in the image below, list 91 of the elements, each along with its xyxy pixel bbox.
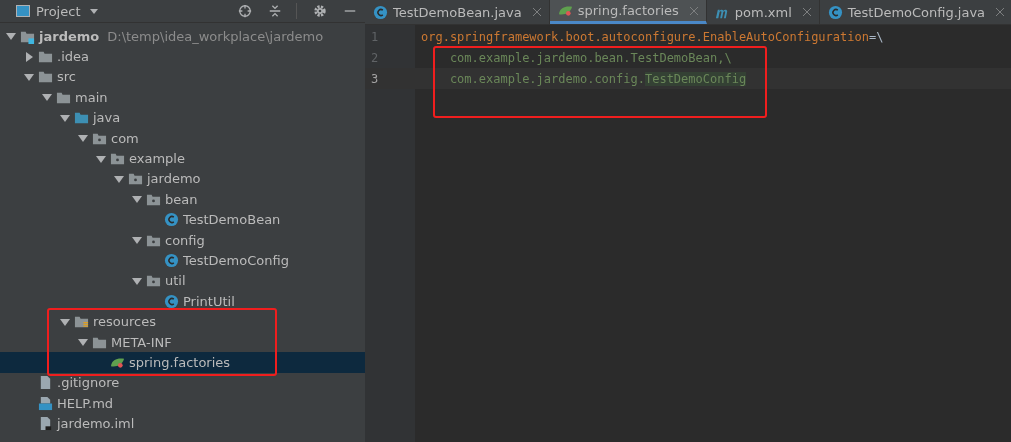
expand-arrow-icon[interactable] <box>78 337 88 348</box>
item-name: TestDemoBean <box>183 212 281 228</box>
tree-item[interactable]: PrintUtil <box>0 291 365 312</box>
code-line: org.springframework.boot.autoconfigure.EnableAutoConfiguration=\ <box>420 29 884 44</box>
tree-item[interactable]: java <box>0 107 365 128</box>
panel-title[interactable]: Project <box>36 3 81 19</box>
item-name: example <box>129 151 185 167</box>
tree-item[interactable]: spring.factories <box>0 352 365 373</box>
folder-icon <box>38 69 53 85</box>
tree-item[interactable]: .idea <box>0 46 365 67</box>
expand-arrow-icon[interactable] <box>132 194 142 205</box>
item-name: src <box>57 69 76 85</box>
expand-arrow-icon[interactable] <box>6 31 16 42</box>
tab-label: TestDemoBean.java <box>393 4 522 20</box>
class-icon <box>164 293 179 309</box>
tree-item[interactable]: example <box>0 148 365 169</box>
tree-item[interactable]: src <box>0 66 365 88</box>
item-name: bean <box>165 191 198 207</box>
tab-label: spring.factories <box>577 3 679 18</box>
item-name: META-INF <box>111 334 172 350</box>
item-name: TestDemoConfig <box>183 253 289 268</box>
class-icon <box>373 4 388 20</box>
tree-item[interactable]: resources <box>0 311 365 332</box>
line-number: 3 <box>370 71 380 86</box>
tree-item[interactable]: HELP.md <box>0 393 365 414</box>
expand-arrow-icon[interactable] <box>42 92 52 103</box>
crosshair-icon[interactable] <box>238 4 252 18</box>
close-icon[interactable] <box>802 8 811 16</box>
tree-item[interactable]: main <box>0 87 365 108</box>
settings-icon[interactable] <box>313 4 327 18</box>
item-name: spring.factories <box>129 354 231 370</box>
code-line: com.example.jardemo.config.TestDemoConfig <box>448 71 747 86</box>
code-line: com.example.jardemo.bean.TestDemoBean,\ <box>448 50 732 65</box>
item-name: HELP.md <box>57 395 114 411</box>
window-icon <box>16 5 30 17</box>
tree-item[interactable]: jardemo <box>0 168 365 190</box>
package-icon <box>128 171 143 187</box>
expand-arrow-icon[interactable] <box>114 173 124 184</box>
close-icon[interactable] <box>532 8 541 16</box>
tree-item[interactable]: TestDemoBean <box>0 209 365 230</box>
item-name: .idea <box>57 49 89 65</box>
item-name: com <box>111 130 139 146</box>
item-name: jardemo <box>147 171 201 187</box>
item-name: jardemo.iml <box>57 416 135 432</box>
package-icon <box>146 273 161 289</box>
item-name: resources <box>93 314 156 330</box>
folder-icon <box>38 49 53 65</box>
collapse-icon[interactable] <box>268 4 282 18</box>
source-folder-icon <box>74 110 89 126</box>
tab-label: pom.xml <box>734 4 792 20</box>
caret-icon[interactable] <box>90 8 99 14</box>
file-icon <box>38 416 53 432</box>
editor-tab[interactable]: TestDemoConfig.java <box>819 0 1011 24</box>
project-path: D:\temp\idea_workplace\jardemo <box>107 28 324 44</box>
resources-folder-icon <box>74 314 89 330</box>
class-icon <box>827 4 843 20</box>
item-name: util <box>165 273 186 289</box>
class-icon <box>164 253 179 268</box>
expand-arrow-icon[interactable] <box>78 133 88 144</box>
tree-item[interactable]: jardemo.iml <box>0 413 365 434</box>
tree-item[interactable]: META-INF <box>0 331 365 353</box>
tree-item[interactable]: jardemo D:\temp\idea_workplace\jardemo <box>0 26 365 47</box>
tree-item[interactable]: util <box>0 270 365 292</box>
expand-arrow-icon[interactable] <box>132 235 142 246</box>
expand-arrow-icon[interactable] <box>24 71 34 82</box>
tree-item[interactable]: com <box>0 127 365 149</box>
expand-arrow-icon[interactable] <box>60 112 70 123</box>
tree-item[interactable]: bean <box>0 189 365 210</box>
editor-tab[interactable]: pom.xml <box>706 0 820 24</box>
class-icon <box>164 212 179 228</box>
close-icon[interactable] <box>996 8 1005 16</box>
package-icon <box>110 151 125 167</box>
expand-arrow-icon[interactable] <box>96 153 106 164</box>
item-name: .gitignore <box>57 375 120 391</box>
tree-item[interactable]: .gitignore <box>0 372 365 394</box>
tree-item[interactable]: TestDemoConfig <box>0 250 365 271</box>
item-name: main <box>75 89 108 105</box>
file-icon <box>38 375 53 391</box>
item-name: PrintUtil <box>183 293 235 309</box>
expand-arrow-icon[interactable] <box>24 51 34 62</box>
expand-arrow-icon[interactable] <box>132 275 142 286</box>
markdown-icon <box>38 395 53 411</box>
item-name: config <box>165 232 205 248</box>
tab-label: TestDemoConfig.java <box>847 4 986 20</box>
expand-arrow-icon[interactable] <box>60 316 70 327</box>
item-name: java <box>93 110 121 126</box>
leaf-icon <box>557 3 573 18</box>
editor-tab[interactable]: TestDemoBean.java <box>365 0 550 24</box>
editor-tab[interactable]: spring.factories <box>549 0 707 24</box>
tree-item[interactable]: config <box>0 229 365 251</box>
item-name: jardemo <box>39 28 100 44</box>
